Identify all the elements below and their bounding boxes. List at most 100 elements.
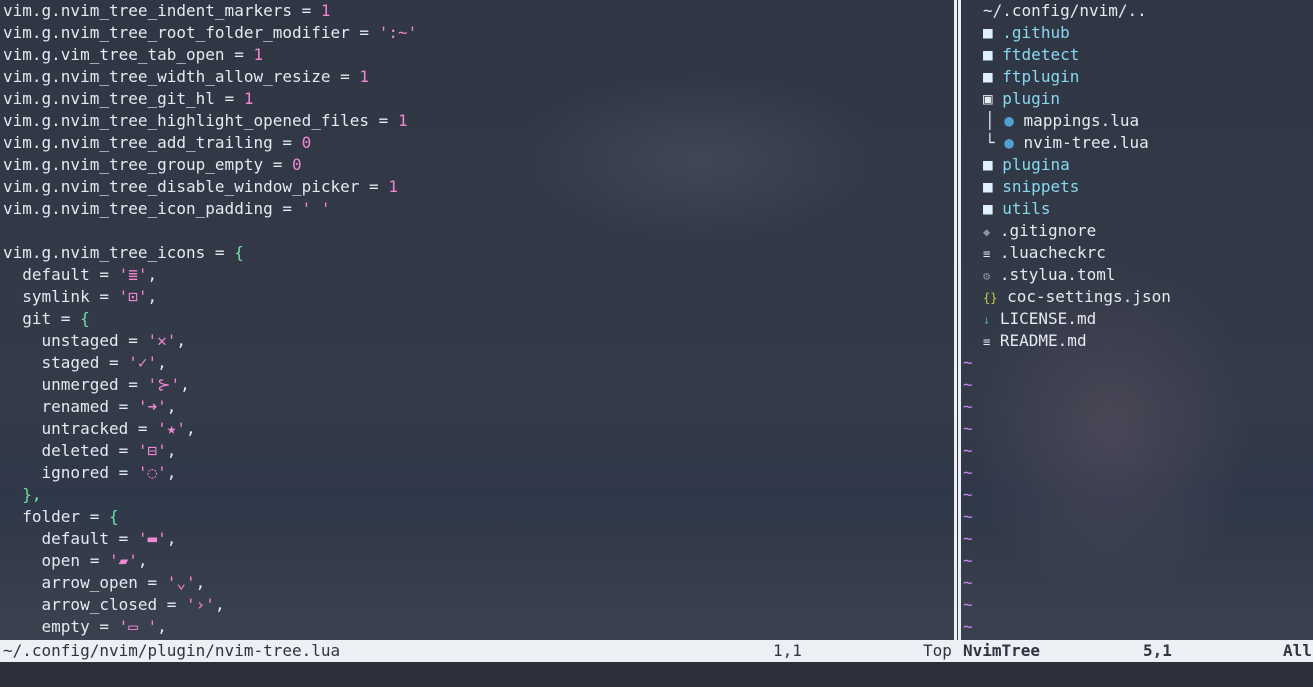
tree-folder-label: plugin — [1002, 89, 1061, 108]
code-text: vim.g.nvim_tree_icons = — [3, 243, 235, 262]
comma: , — [176, 331, 187, 350]
code-key: vim.g.nvim_tree_highlight_opened_files = — [3, 111, 398, 130]
code-key: ignored = — [3, 463, 138, 482]
indent-marker: │ — [985, 111, 1005, 130]
code-key: unstaged = — [3, 331, 148, 350]
tree-file[interactable]: ≡ README.md — [962, 330, 1313, 352]
code-key: arrow_open = — [3, 573, 167, 592]
code-key: vim.g.nvim_tree_width_allow_resize = — [3, 67, 360, 86]
tree-file-label: README.md — [999, 331, 1087, 350]
empty-line-tilde: ~ — [963, 419, 973, 438]
code-string: '✓' — [128, 353, 158, 372]
empty-line-tilde: ~ — [963, 595, 973, 614]
empty-line-tilde: ~ — [963, 573, 973, 592]
empty-line-tilde: ~ — [963, 617, 973, 636]
code-key: vim.g.nvim_tree_indent_markers = — [3, 1, 321, 20]
code-line: renamed = '➜', — [0, 396, 952, 418]
status-file-path: ~/.config/nvim/plugin/nvim-tree.lua — [3, 641, 341, 660]
tree-file-label: mappings.lua — [1023, 111, 1140, 130]
tree-folder[interactable]: ■ ftdetect — [962, 44, 1313, 66]
tree-folder-plugin[interactable]: ▣ plugin — [962, 88, 1313, 110]
code-line: ignored = '◌', — [0, 462, 952, 484]
window-separator[interactable] — [958, 0, 961, 640]
status-scroll-position: Top — [923, 641, 952, 660]
code-key: vim.g.nvim_tree_root_folder_modifier = — [3, 23, 379, 42]
comma: , — [137, 551, 148, 570]
comma: , — [214, 595, 225, 614]
tree-file[interactable]: ↓ LICENSE.md — [962, 308, 1313, 330]
comma: , — [147, 287, 158, 306]
icons-symlink-line: symlink = '⊡', — [0, 286, 952, 308]
folder-table-open: folder = { — [0, 506, 952, 528]
code-string: '≣' — [118, 265, 148, 284]
indent-marker: └ — [985, 133, 1005, 152]
tree-file[interactable]: {} coc-settings.json — [962, 286, 1313, 308]
tree-folder[interactable]: ■ utils — [962, 198, 1313, 220]
tree-folder-label: ftplugin — [1002, 67, 1080, 86]
code-string: '✕' — [147, 331, 177, 350]
editor-pane[interactable]: vim.g.nvim_tree_indent_markers = 1 vim.g.… — [0, 0, 952, 640]
code-line: vim.g.nvim_tree_width_allow_resize = 1 — [0, 66, 952, 88]
code-key: renamed = — [3, 397, 138, 416]
code-key: vim.g.nvim_tree_git_hl = — [3, 89, 244, 108]
code-line: vim.g.nvim_tree_highlight_opened_files =… — [0, 110, 952, 132]
tree-root[interactable]: ~/.config/nvim/.. — [962, 0, 1313, 22]
tree-file-label: .luacheckrc — [999, 243, 1106, 262]
brace: }, — [3, 485, 42, 504]
code-key: open = — [3, 551, 109, 570]
code-value: 1 — [320, 1, 331, 20]
code-key: empty = — [3, 617, 119, 636]
tree-file-label: .gitignore — [999, 221, 1097, 240]
tree-file[interactable]: ≡ .luacheckrc — [962, 242, 1313, 264]
tree-folder[interactable]: ■ .github — [962, 22, 1313, 44]
code-key: vim.g.nvim_tree_icon_padding = — [3, 199, 302, 218]
nvim-tree-pane[interactable]: ~/.config/nvim/.. ■ .github ■ ftdetect ■ f… — [962, 0, 1313, 640]
window-separator[interactable] — [954, 0, 957, 640]
code-key: folder = — [3, 507, 109, 526]
code-string: '⌄' — [166, 573, 196, 592]
tree-file[interactable]: ◆ .gitignore — [962, 220, 1313, 242]
code-key: untracked = — [3, 419, 158, 438]
tree-file-label: .stylua.toml — [999, 265, 1116, 284]
comma: , — [157, 617, 167, 636]
tree-folder[interactable]: ■ plugina — [962, 154, 1313, 176]
code-value: 1 — [253, 45, 264, 64]
tree-file[interactable]: ⚙ .stylua.toml — [962, 264, 1313, 286]
code-line: unstaged = '✕', — [0, 330, 952, 352]
tree-file-label: LICENSE.md — [999, 309, 1097, 328]
code-key: git = — [3, 309, 81, 328]
code-line: vim.g.nvim_tree_add_trailing = 0 — [0, 132, 952, 154]
code-value: 1 — [243, 89, 254, 108]
tree-root-label: ~/.config/nvim/.. — [983, 1, 1147, 20]
command-line[interactable] — [0, 662, 1313, 687]
code-key: vim.g.vim_tree_tab_open = — [3, 45, 254, 64]
tree-file[interactable]: └ ● nvim-tree.lua — [962, 132, 1313, 154]
empty-line-tilde: ~ — [963, 375, 973, 394]
empty-line-tilde: ~ — [963, 551, 973, 570]
tree-folder-label: ftdetect — [1002, 45, 1080, 64]
status-tree-cursor-position: 5,1 — [1143, 641, 1172, 660]
code-key: default = — [3, 529, 138, 548]
code-key: symlink = — [3, 287, 119, 306]
folder-icon: ■ — [983, 155, 993, 174]
tree-folder[interactable]: ■ snippets — [962, 176, 1313, 198]
code-value: 0 — [301, 133, 312, 152]
code-line: vim.g.nvim_tree_indent_markers = 1 — [0, 0, 952, 22]
tree-folder[interactable]: ■ ftplugin — [962, 66, 1313, 88]
comma: , — [195, 573, 206, 592]
tree-plugin-children: │ ● mappings.lua └ ● nvim-tree.lua — [962, 110, 1313, 154]
empty-line-tilde: ~ — [963, 529, 973, 548]
comma: , — [180, 375, 190, 394]
tree-file-label: coc-settings.json — [1007, 287, 1171, 306]
tree-file[interactable]: │ ● mappings.lua — [962, 110, 1313, 132]
file-type-icon: ≡ — [983, 335, 991, 349]
brace: { — [108, 507, 119, 526]
tree-dirs-bottom: ■ plugina ■ snippets ■ utils — [962, 154, 1313, 220]
